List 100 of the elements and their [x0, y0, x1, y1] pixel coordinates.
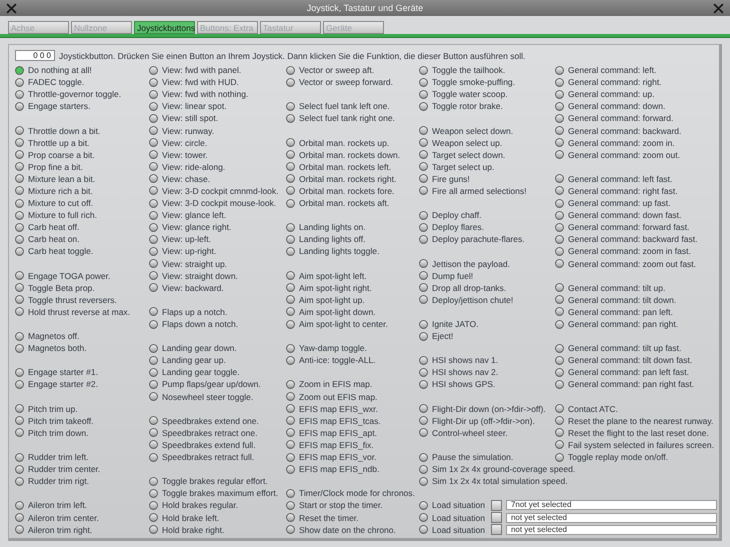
radio-button[interactable]	[15, 500, 24, 510]
radio-button[interactable]	[555, 344, 564, 353]
radio-button[interactable]	[419, 428, 428, 438]
option-label[interactable]: Fire guns!	[432, 174, 470, 184]
option-label[interactable]: Flight-Dir up (off->fdir->on).	[432, 416, 535, 426]
checkbox[interactable]	[490, 500, 502, 511]
radio-button[interactable]	[149, 114, 158, 123]
option-label[interactable]: Pitch trim up.	[28, 404, 78, 414]
radio-button[interactable]	[149, 488, 158, 498]
radio-button[interactable]	[555, 440, 564, 450]
radio-button[interactable]	[286, 380, 295, 389]
option-label[interactable]: Do nothing at all!	[28, 65, 92, 76]
option-label[interactable]: Landing gear down.	[162, 343, 237, 354]
radio-button[interactable]	[419, 78, 428, 87]
option-label[interactable]: EFIS map EFIS_tcas.	[299, 416, 381, 426]
option-label[interactable]: Engage starters.	[28, 101, 90, 112]
situation-field[interactable]: not yet selected	[506, 524, 717, 535]
option-label[interactable]: View: runway.	[162, 126, 214, 136]
radio-button[interactable]	[286, 271, 295, 280]
radio-button[interactable]	[419, 234, 428, 244]
radio-button[interactable]	[286, 525, 295, 534]
radio-button[interactable]	[555, 186, 564, 196]
option-label[interactable]: Aileron trim center.	[28, 512, 99, 523]
option-label[interactable]: View: glance right.	[162, 222, 232, 232]
option-label[interactable]: View: straight up.	[162, 258, 228, 269]
option-label[interactable]: General command: tilt down fast.	[568, 355, 692, 366]
option-label[interactable]: Toggle replay mode on/off.	[568, 452, 668, 462]
option-label[interactable]: Orbital man. rockets up.	[299, 138, 390, 148]
option-label[interactable]: Landing lights on.	[299, 222, 366, 232]
option-label[interactable]: Reset the flight to the last reset done.	[568, 428, 709, 438]
option-label[interactable]: Mixture to full rich.	[28, 210, 97, 220]
option-label[interactable]: Prop coarse a bit.	[28, 150, 95, 160]
radio-button[interactable]	[15, 234, 24, 244]
option-label[interactable]: View: glance left.	[162, 210, 226, 220]
radio-button[interactable]	[286, 234, 295, 244]
option-label[interactable]: General command: right fast.	[568, 186, 678, 196]
option-label[interactable]: Pitch trim takeoff.	[28, 416, 94, 426]
option-label[interactable]: Deploy parachute-flares.	[432, 234, 525, 244]
option-label[interactable]: Pump flaps/gear up/down.	[162, 379, 261, 390]
option-label[interactable]: Throttle-governor toggle.	[28, 89, 122, 100]
radio-button[interactable]	[15, 513, 24, 522]
radio-button[interactable]	[286, 174, 295, 184]
radio-button[interactable]	[15, 186, 24, 196]
radio-button[interactable]	[419, 283, 428, 292]
radio-button[interactable]	[286, 66, 295, 75]
option-label[interactable]: General command: tilt up.	[568, 282, 666, 293]
radio-button[interactable]	[286, 186, 295, 196]
option-label[interactable]: Control-wheel steer.	[432, 428, 508, 438]
radio-button[interactable]	[286, 513, 295, 522]
option-label[interactable]: Sim 1x 2x 4x total simulation speed.	[432, 476, 568, 486]
radio-button[interactable]	[286, 102, 295, 111]
radio-button[interactable]	[15, 102, 24, 111]
radio-button[interactable]	[555, 126, 564, 136]
option-label[interactable]: Aileron trim left.	[28, 500, 88, 510]
option-label[interactable]: EFIS map EFIS_fix.	[299, 440, 374, 450]
radio-button[interactable]	[286, 150, 295, 160]
option-label[interactable]: View: fwd with nothing.	[162, 89, 248, 100]
radio-button[interactable]	[15, 368, 24, 377]
radio-button[interactable]	[15, 307, 24, 316]
radio-button[interactable]	[15, 78, 24, 87]
radio-button[interactable]	[149, 162, 158, 172]
radio-button[interactable]	[419, 66, 428, 75]
option-label[interactable]: Engage starter #2.	[28, 379, 98, 390]
option-label[interactable]: Landing gear toggle.	[162, 367, 240, 378]
radio-button[interactable]	[419, 464, 428, 474]
tab[interactable]: Joystickbuttons	[134, 21, 195, 34]
radio-button[interactable]	[419, 174, 428, 184]
radio-button[interactable]	[419, 90, 428, 99]
radio-button[interactable]	[15, 344, 24, 353]
radio-button[interactable]	[15, 126, 24, 136]
option-label[interactable]: Flaps down a notch.	[162, 319, 238, 330]
radio-button[interactable]	[419, 150, 428, 160]
option-label[interactable]: Magnetos both.	[28, 343, 87, 354]
option-label[interactable]: Drop all drop-tanks.	[432, 282, 506, 293]
option-label[interactable]: Landing lights toggle.	[299, 246, 380, 256]
option-label[interactable]: General command: down.	[568, 101, 666, 112]
radio-button[interactable]	[555, 452, 564, 462]
option-label[interactable]: Target select up.	[432, 162, 494, 172]
option-label[interactable]: HSI shows GPS.	[432, 379, 496, 390]
option-label[interactable]: Deploy flares.	[432, 222, 484, 232]
radio-button[interactable]	[15, 138, 24, 148]
option-label[interactable]: Carb heat off.	[28, 222, 80, 232]
option-label[interactable]: Orbital man. rockets down.	[299, 150, 400, 160]
radio-button[interactable]	[286, 162, 295, 172]
radio-button[interactable]	[555, 210, 564, 220]
radio-button[interactable]	[149, 246, 158, 256]
option-label[interactable]: Target select down.	[432, 150, 506, 160]
situation-field[interactable]: not yet selected	[506, 512, 717, 523]
radio-button[interactable]	[419, 295, 428, 304]
radio-button[interactable]	[15, 198, 24, 208]
radio-button[interactable]	[419, 404, 428, 414]
option-label[interactable]: Flaps up a notch.	[162, 306, 228, 317]
radio-button[interactable]	[15, 404, 24, 414]
option-label[interactable]: Select fuel tank left one.	[299, 101, 390, 112]
option-label[interactable]: Weapon select down.	[432, 126, 514, 136]
radio-button[interactable]	[149, 126, 158, 136]
radio-button[interactable]	[286, 222, 295, 232]
option-label[interactable]: General command: pan left.	[568, 306, 673, 317]
radio-button[interactable]	[149, 283, 158, 292]
option-label[interactable]: Pitch trim down.	[28, 428, 88, 438]
